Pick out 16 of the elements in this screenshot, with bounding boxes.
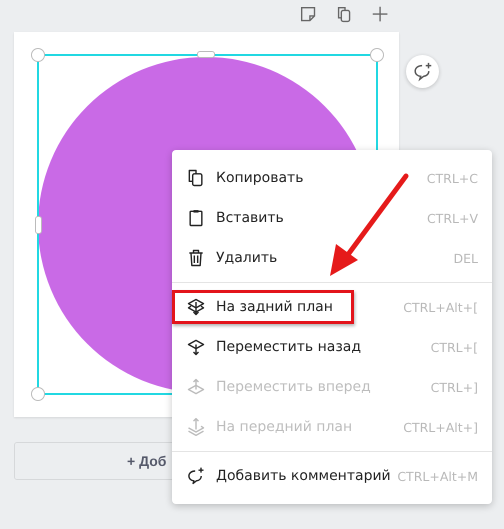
menu-item-label: Добавить комментарий — [216, 468, 392, 484]
menu-item-label: На передний план — [216, 419, 354, 435]
shortcut-label: CTRL+V — [426, 210, 478, 226]
menu-item-label: На задний план — [216, 299, 334, 315]
shortcut-label: CTRL+C — [426, 170, 478, 186]
menu-item-label: Копировать — [216, 170, 304, 186]
shortcut-label: CTRL+] — [430, 380, 478, 394]
menu-item-label: Переместить назад — [216, 339, 362, 355]
shortcut-label: CTRL+Alt+M — [397, 468, 478, 484]
menu-item-label: Переместить вперед — [216, 379, 372, 395]
shortcut-label: CTRL+[ — [430, 340, 478, 354]
menu-item-label: Удалить — [216, 250, 278, 266]
menu-item-label: Вставить — [216, 210, 285, 226]
shortcut-label: DEL — [454, 250, 478, 266]
shortcut-label: CTRL+Alt+] — [403, 420, 478, 434]
shortcut-label: CTRL+Alt+[ — [403, 300, 478, 314]
